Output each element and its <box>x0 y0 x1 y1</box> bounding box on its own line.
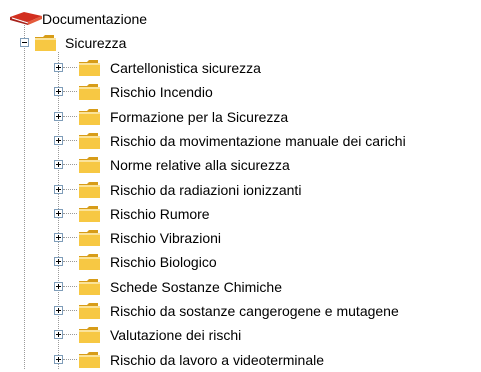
document-tree: Documentazione Sicurezza Cartellonistica… <box>0 0 481 369</box>
tree-node-label: Rischio Rumore <box>110 206 210 222</box>
tree-folder-label: Sicurezza <box>65 35 127 51</box>
expand-icon[interactable] <box>54 282 63 291</box>
tree-node-label: Rischio da lavoro a videoterminale <box>110 352 324 368</box>
folder-icon <box>79 327 100 343</box>
tree-connector-branch <box>63 91 77 92</box>
folder-icon <box>79 133 100 149</box>
tree-node-12[interactable]: Rischio da lavoro a videoterminale <box>52 348 480 372</box>
tree-node-label: Norme relative alla sicurezza <box>110 157 290 173</box>
folder-icon <box>79 60 100 76</box>
tree-connector-level1 <box>24 48 25 369</box>
tree-node-5[interactable]: Rischio da radiazioni ionizzanti <box>52 178 480 202</box>
tree-connector-branch <box>63 116 77 117</box>
tree-node-label: Rischio da movimentazione manuale dei ca… <box>110 133 406 149</box>
tree-connector-branch <box>63 286 77 287</box>
expand-icon[interactable] <box>54 257 63 266</box>
expand-icon[interactable] <box>54 87 63 96</box>
expand-icon[interactable] <box>54 355 63 364</box>
expand-icon[interactable] <box>54 136 63 145</box>
folder-icon <box>79 230 100 246</box>
tree-node-3[interactable]: Rischio da movimentazione manuale dei ca… <box>52 129 480 153</box>
tree-node-label: Rischio Incendio <box>110 84 213 100</box>
tree-connector-branch <box>63 140 77 141</box>
tree-connector-branch <box>63 310 77 311</box>
folder-icon <box>79 303 100 319</box>
folder-icon <box>79 182 100 198</box>
tree-node-11[interactable]: Valutazione dei rischi <box>52 323 480 347</box>
tree-node-label: Formazione per la Sicurezza <box>110 109 289 125</box>
tree-connector-branch <box>63 359 77 360</box>
tree-node-documentazione[interactable]: Documentazione <box>8 8 208 30</box>
expand-icon[interactable] <box>54 209 63 218</box>
tree-node-label: Rischio da radiazioni ionizzanti <box>110 182 302 198</box>
tree-node-label: Cartellonistica sicurezza <box>110 60 261 76</box>
expand-icon[interactable] <box>54 185 63 194</box>
folder-icon <box>79 279 100 295</box>
tree-node-9[interactable]: Schede Sostanze Chimiche <box>52 275 480 299</box>
tree-root-label: Documentazione <box>42 11 148 27</box>
tree-node-2[interactable]: Formazione per la Sicurezza <box>52 105 480 129</box>
tree-node-label: Rischio Vibrazioni <box>110 230 222 246</box>
tree-node-0[interactable]: Cartellonistica sicurezza <box>52 56 480 80</box>
folder-icon <box>79 254 100 270</box>
folder-icon <box>79 84 100 100</box>
tree-node-label: Schede Sostanze Chimiche <box>110 279 282 295</box>
tree-connector-branch <box>63 237 77 238</box>
expand-icon[interactable] <box>54 63 63 72</box>
tree-connector-branch <box>63 213 77 214</box>
expand-icon[interactable] <box>54 233 63 242</box>
tree-node-10[interactable]: Rischio da sostanze cangerogene e mutage… <box>52 299 480 323</box>
tree-connector-branch <box>63 164 77 165</box>
tree-connector-branch <box>63 334 77 335</box>
tree-node-7[interactable]: Rischio Vibrazioni <box>52 226 480 250</box>
collapse-icon[interactable] <box>20 38 29 47</box>
tree-node-label: Valutazione dei rischi <box>110 327 242 343</box>
folder-icon <box>79 109 100 125</box>
folder-icon <box>79 157 100 173</box>
expand-icon[interactable] <box>54 330 63 339</box>
tree-node-sicurezza[interactable]: Sicurezza <box>16 32 196 54</box>
expand-icon[interactable] <box>54 306 63 315</box>
tree-node-4[interactable]: Norme relative alla sicurezza <box>52 153 480 177</box>
tree-connector-branch <box>63 189 77 190</box>
expand-icon[interactable] <box>54 112 63 121</box>
folder-icon <box>35 35 56 51</box>
tree-node-1[interactable]: Rischio Incendio <box>52 80 480 104</box>
tree-node-label: Rischio da sostanze cangerogene e mutage… <box>110 303 399 319</box>
tree-node-6[interactable]: Rischio Rumore <box>52 202 480 226</box>
red-book-icon <box>10 12 42 25</box>
expand-icon[interactable] <box>54 160 63 169</box>
tree-node-8[interactable]: Rischio Biologico <box>52 250 480 274</box>
folder-icon <box>79 352 100 368</box>
folder-icon <box>79 206 100 222</box>
tree-node-label: Rischio Biologico <box>110 254 217 270</box>
tree-connector-branch <box>63 261 77 262</box>
tree-connector-branch <box>63 67 77 68</box>
